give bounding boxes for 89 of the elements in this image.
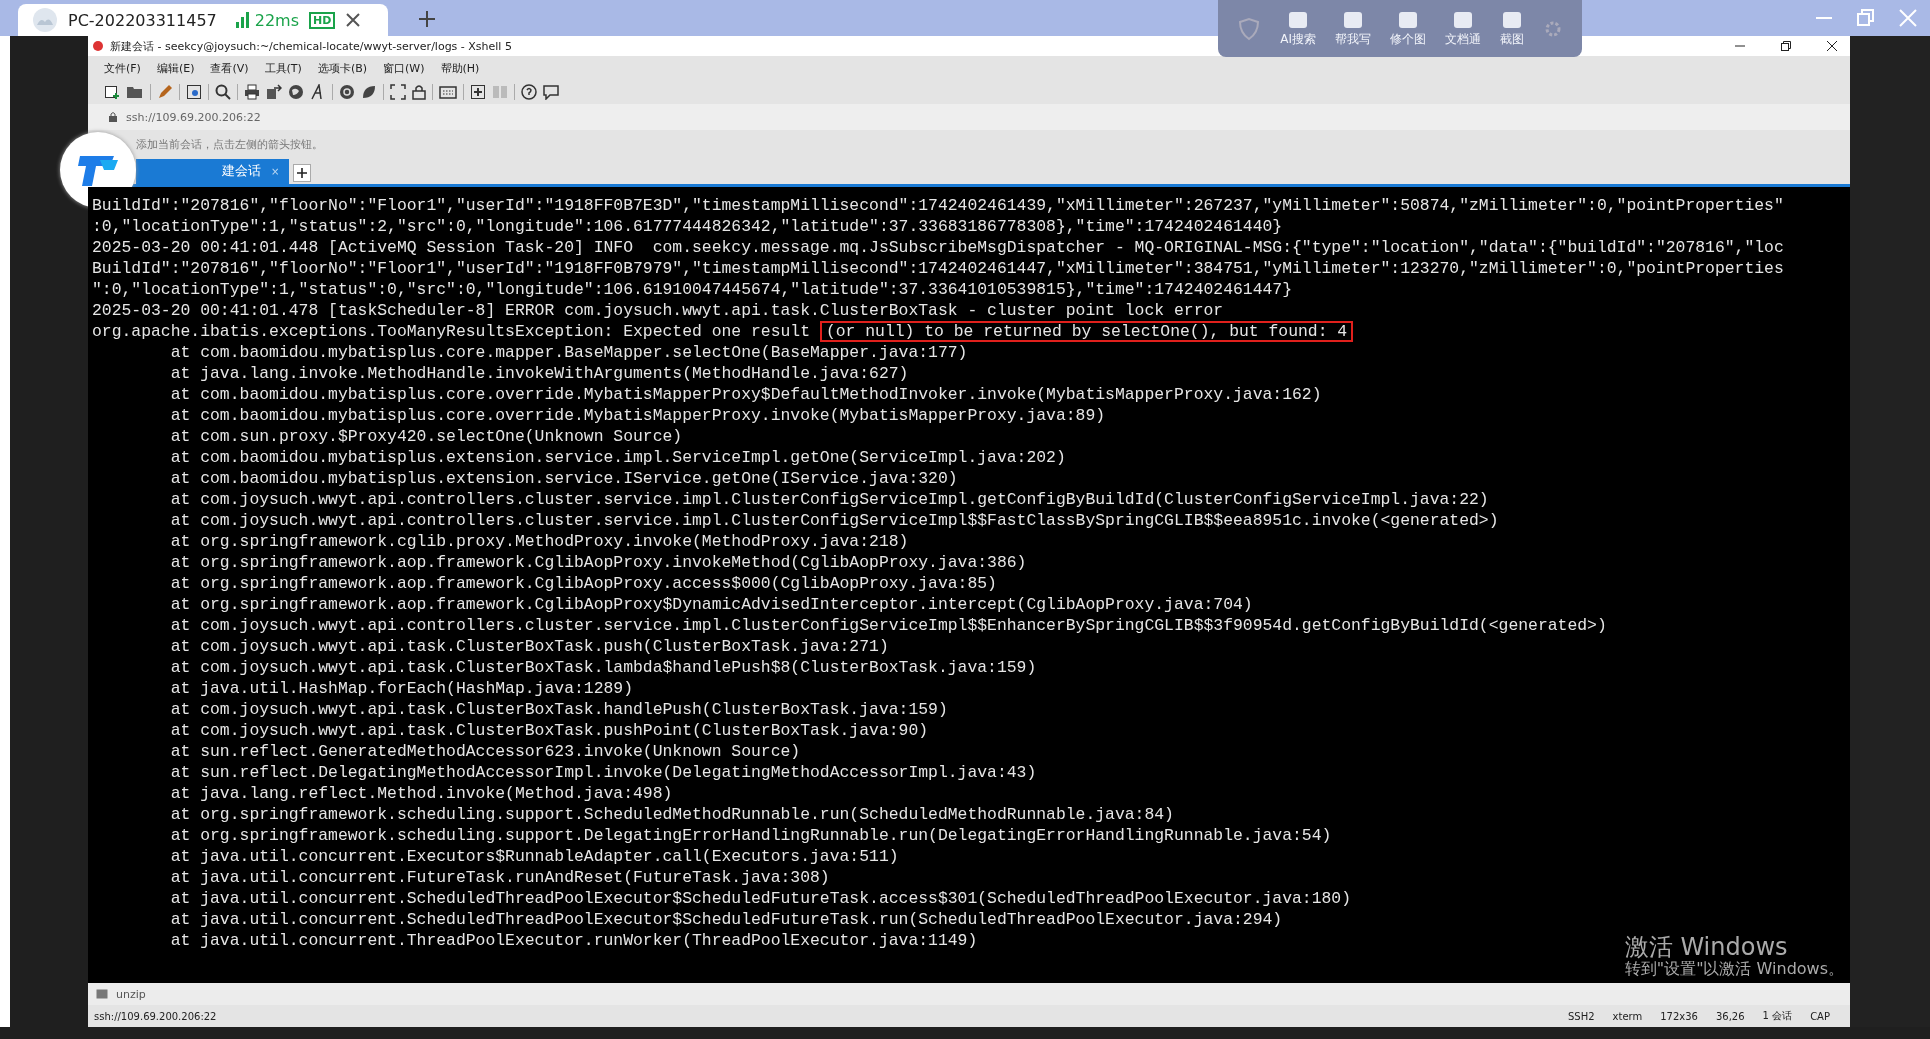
status-item: 1 会话 [1762,1009,1793,1023]
terminal-line: at org.springframework.aop.framework.CglibAopProxy$DynamicAdvisedInterceptor.intercept(CglibAopProxy.java:704) [169,594,1253,615]
window-title: 新建会话 - seekcy@joysuch:~/chemical-locate/wwyt-server/logs - Xshell 5 [110,38,512,54]
menu-item[interactable]: 工具(T) [264,60,302,76]
session-title: PC-202203311457 [68,10,217,30]
terminal-line: BuildId":"207816","floorNo":"Floor1","userId":"1918FF0B7979","timestampMillisecond":1742402461447,"xMillimeter":384751,"yMillimeter":123270,"zMillimeter":0,"pointProperties [92,258,1784,279]
terminal-line: org.apache.ibatis.exceptions.TooManyResultsException: Expected one result (or null) to be returned by selectOne(), but found: 4 [92,321,1354,342]
status-item: 36,26 [1715,1010,1745,1022]
terminal-line: at com.sun.proxy.$Proxy420.selectOne(Unknown Source) [169,426,683,447]
session-tab[interactable]: 建会话 × [136,159,290,184]
terminal-line: ":0,"locationType":1,"status":0,"src":0,"longitude":106.61910047445674,"latitude":37.33641010539815},"time":1742402461447} [92,279,1292,300]
terminal-line: 2025-03-20 00:41:01.478 [taskScheduler-8] ERROR com.joysuch.wwyt.api.task.ClusterBoxTask - cluster point lock error [92,300,1224,321]
square-icon [1451,9,1474,31]
hint-text: 添加当前会话，点击左侧的箭头按钮。 [136,136,323,152]
terminal-line: at com.joysuch.wwyt.api.controllers.cluster.service.impl.ClusterConfigServiceImpl$$FastClassBySpringCGLIB$$eea8951c.invoke(<generated>) [169,510,1499,531]
close-icon[interactable] [1826,40,1838,52]
terminal-line: at org.springframework.scheduling.support.ScheduledMethodRunnable.run(ScheduledMethodRunnable.java:84) [169,804,1174,825]
status-address: ssh://109.69.200.206:22 [94,1010,217,1022]
menu-item[interactable]: 编辑(E) [156,60,195,76]
latency-text: 22ms [254,10,300,30]
terminal-line: at com.joysuch.wwyt.api.task.ClusterBoxTask.push(ClusterBoxTask.java:271) [169,636,889,657]
status-item: SSH2 [1567,1010,1595,1022]
lock-icon [108,111,118,123]
terminal-line: at java.util.concurrent.FutureTask.runAndReset(FutureTask.java:308) [169,867,830,888]
status-item: 172x36 [1660,1010,1698,1022]
menu-item[interactable]: 选项卡(B) [317,60,368,76]
app-icon [92,40,104,52]
square-icon [1396,9,1419,31]
square-icon [1341,9,1364,31]
terminal-line: at com.baomidou.mybatisplus.core.override.MybatisMapperProxy.invoke(MybatisMapperProxy.java:89) [169,405,1106,426]
terminal-line: at java.util.concurrent.ScheduledThreadPoolExecutor$ScheduledFutureTask.access$301(ScheduledThreadPoolExecutor.java:180) [169,888,1351,909]
terminal-line: at com.baomidou.mybatisplus.core.mapper.BaseMapper.selectOne(BaseMapper.java:177) [169,342,968,363]
close-icon[interactable] [345,12,362,28]
terminal-line: at com.joysuch.wwyt.api.task.ClusterBoxTask.pushPoint(ClusterBoxTask.java:90) [169,720,929,741]
menu-item[interactable]: 查看(V) [210,60,249,76]
terminal-line: at org.springframework.cglib.proxy.MethodProxy.invoke(MethodProxy.java:218) [169,531,909,552]
square-icon [1287,9,1310,31]
status-item: xterm [1612,1010,1643,1022]
terminal-line: at sun.reflect.GeneratedMethodAccessor623.invoke(Unknown Source) [169,741,801,762]
transfer-icon[interactable] [266,84,282,100]
remote-session-tab[interactable]: PC-202203311457 22ms HD [18,4,388,36]
cloud-avatar-icon [32,7,58,33]
status-item: CAP [1810,1010,1830,1022]
terminal-icon [96,989,108,999]
terminal-line: :0,"locationType":1,"status":2,"src":0,"longitude":106.61777444826342,"latitude":37.33683186778308},"time":1742402461440} [92,216,1283,237]
leaf-icon[interactable] [361,84,377,100]
terminal-line: at com.joysuch.wwyt.api.task.ClusterBoxTask.handlePush(ClusterBoxTask.java:159) [169,699,948,720]
terminal-line: at sun.reflect.DelegatingMethodAccessorImpl.invoke(DelegatingMethodAccessorImpl.java:43) [169,762,1037,783]
chat-bubble-icon[interactable] [543,84,559,100]
square-icon [1500,9,1523,31]
printer-icon[interactable] [244,84,260,100]
terminal-line: BuildId":"207816","floorNo":"Floor1","userId":"1918FF0B7E3D","timestampMillisecond":1742402461439,"xMillimeter":267237,"yMillimeter":50874,"zMillimeter":0,"pointProperties" [92,195,1784,216]
terminal-line: at org.springframework.aop.framework.CglibAopProxy.invokeMethod(CglibAopProxy.java:386) [169,552,1027,573]
menu-item[interactable]: 窗口(W) [383,60,425,76]
lock-icon[interactable] [412,84,426,100]
terminal-line: at com.baomidou.mybatisplus.extension.service.IService.getOne(IService.java:320) [169,468,958,489]
terminal-line: at com.joysuch.wwyt.api.task.ClusterBoxTask.lambda$handlePush$8(ClusterBoxTask.java:159) [169,657,1037,678]
pencil-icon[interactable] [157,84,173,100]
terminal-line: at java.util.HashMap.forEach(HashMap.java:1289) [169,678,633,699]
terminal-line: 2025-03-20 00:41:01.448 [ActiveMQ Session Task-20] INFO com.seekcy.message.mq.JsSubscribeMsgDispatcher - MQ-ORIGINAL-MSG:{"type":"location","data":{"buildId":"207816","loc [92,237,1784,258]
terminal-line: at com.joysuch.wwyt.api.controllers.cluster.service.impl.ClusterConfigServiceImpl.getConfigByBuildId(ClusterConfigServiceImpl.java:22) [169,489,1489,510]
address-field[interactable]: ssh://109.69.200.206:22 [126,110,261,124]
add-icon[interactable] [470,84,486,100]
keyboard-icon[interactable] [439,85,457,99]
compose-input[interactable]: unzip [116,987,146,1001]
new-document-icon[interactable] [104,84,120,100]
terminal-line: at com.baomidou.mybatisplus.extension.service.impl.ServiceImpl.getOne(ServiceImpl.java:202) [169,447,1066,468]
add-tab-icon[interactable] [418,10,436,28]
terminal-line: at org.springframework.aop.framework.CglibAopProxy.access$000(CglibAopProxy.java:85) [169,573,997,594]
search-icon[interactable] [215,84,231,100]
terminal-line: at java.lang.invoke.MethodHandle.invokeWithArguments(MethodHandle.java:627) [169,363,909,384]
add-tab-icon[interactable] [293,164,312,182]
terminal-line: at org.springframework.scheduling.support.DelegatingErrorHandlingRunnable.run(DelegatingErrorHandlingRunnable.java:54) [169,825,1332,846]
restore-icon[interactable] [1780,40,1792,52]
terminal-line: at java.util.concurrent.ThreadPoolExecutor.runWorker(ThreadPoolExecutor.java:1149) [169,930,978,951]
terminal-line: at com.baomidou.mybatisplus.core.override.MybatisMapperProxy$DefaultMethodInvoker.invoke(MybatisMapperProxy.java:162) [169,384,1322,405]
terminal-line: at java.lang.reflect.Method.invoke(Method.java:498) [169,783,673,804]
signal-icon [234,12,251,28]
menu-item[interactable]: 文件(F) [104,60,141,76]
terminal-line: at java.util.concurrent.Executors$RunnableAdapter.call(Executors.java:511) [169,846,899,867]
terminal-line: at com.joysuch.wwyt.api.controllers.cluster.service.impl.ClusterConfigServiceImpl$$EnhancerBySpringCGLIB$$3f90954d.getConfigByBuildId(<generated>) [169,615,1607,636]
terminal-line: at java.util.concurrent.ScheduledThreadPoolExecutor$ScheduledFutureTask.run(ScheduledThreadPoolExecutor.java:294) [169,909,1283,930]
help-icon[interactable] [521,84,537,100]
activation-hint: 转到"设置"以激活 Windows。 [1624,959,1844,979]
activation-title: 激活 Windows [1624,937,1789,958]
menu-item[interactable]: 帮助(H) [440,60,480,76]
quality-badge: HD [309,11,336,29]
fullscreen-icon[interactable] [390,84,406,100]
folder-icon[interactable] [126,84,144,100]
